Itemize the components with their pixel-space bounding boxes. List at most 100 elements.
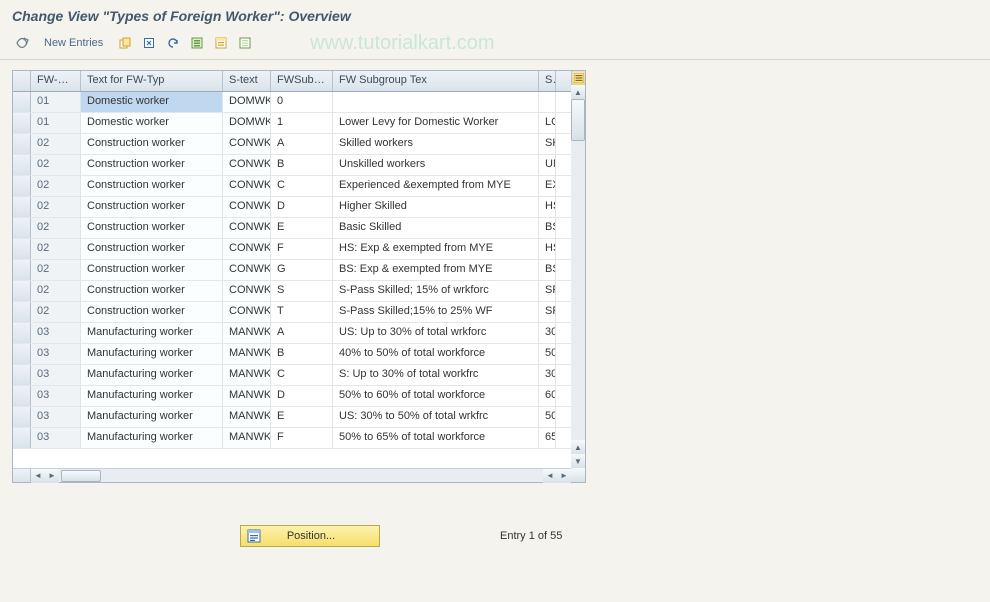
select-block-icon[interactable] bbox=[211, 33, 231, 53]
cell-text-fw-type[interactable]: Construction worker bbox=[81, 260, 223, 280]
cell-s-text[interactable]: MANWK bbox=[223, 323, 271, 343]
cell-s-text[interactable]: CONWK bbox=[223, 197, 271, 217]
row-handle[interactable] bbox=[13, 386, 31, 406]
cell-s-text[interactable]: MANWK bbox=[223, 386, 271, 406]
cell-fw-type[interactable]: 01 bbox=[31, 92, 81, 112]
hscroll-step-right-a[interactable]: ► bbox=[45, 469, 59, 483]
cell-fw-subgroup-text[interactable]: Experienced &exempted from MYE bbox=[333, 176, 539, 196]
cell-fw-type[interactable]: 02 bbox=[31, 134, 81, 154]
undo-change-icon[interactable] bbox=[163, 33, 183, 53]
cell-fw-subgroup-text[interactable]: Skilled workers bbox=[333, 134, 539, 154]
cell-text-fw-type[interactable]: Construction worker bbox=[81, 176, 223, 196]
cell-last[interactable]: HS bbox=[539, 239, 556, 259]
cell-last[interactable]: BS bbox=[539, 260, 556, 280]
cell-fw-type[interactable]: 03 bbox=[31, 365, 81, 385]
row-handle[interactable] bbox=[13, 260, 31, 280]
cell-fw-subgroup[interactable]: E bbox=[271, 218, 333, 238]
cell-fw-subgroup-text[interactable]: BS: Exp & exempted from MYE bbox=[333, 260, 539, 280]
cell-fw-subgroup[interactable]: F bbox=[271, 428, 333, 448]
cell-text-fw-type[interactable]: Manufacturing worker bbox=[81, 365, 223, 385]
cell-text-fw-type[interactable]: Manufacturing worker bbox=[81, 323, 223, 343]
cell-last[interactable]: SP bbox=[539, 302, 556, 322]
cell-fw-subgroup[interactable]: 1 bbox=[271, 113, 333, 133]
cell-text-fw-type[interactable]: Construction worker bbox=[81, 281, 223, 301]
hscroll-last-right[interactable]: ► bbox=[557, 469, 571, 483]
table-row[interactable]: 02Construction workerCONWKEBasic Skilled… bbox=[13, 218, 571, 239]
cell-last[interactable]: 50 bbox=[539, 407, 556, 427]
cell-text-fw-type[interactable]: Domestic worker bbox=[81, 92, 223, 112]
table-row[interactable]: 02Construction workerCONWKTS-Pass Skille… bbox=[13, 302, 571, 323]
cell-s-text[interactable]: CONWK bbox=[223, 155, 271, 175]
row-handle[interactable] bbox=[13, 197, 31, 217]
row-handle[interactable] bbox=[13, 92, 31, 112]
row-handle[interactable] bbox=[13, 176, 31, 196]
cell-last[interactable]: 30 bbox=[539, 323, 556, 343]
cell-fw-type[interactable]: 02 bbox=[31, 218, 81, 238]
table-row[interactable]: 02Construction workerCONWKDHigher Skille… bbox=[13, 197, 571, 218]
cell-fw-subgroup-text[interactable]: 50% to 60% of total workforce bbox=[333, 386, 539, 406]
delete-icon[interactable] bbox=[139, 33, 159, 53]
cell-fw-subgroup[interactable]: E bbox=[271, 407, 333, 427]
cell-last[interactable]: BS bbox=[539, 218, 556, 238]
row-handle[interactable] bbox=[13, 218, 31, 238]
vscroll-near-bottom[interactable]: ▲ bbox=[571, 440, 585, 454]
cell-fw-subgroup-text[interactable]: 50% to 65% of total workforce bbox=[333, 428, 539, 448]
cell-text-fw-type[interactable]: Manufacturing worker bbox=[81, 344, 223, 364]
table-row[interactable]: 01Domestic workerDOMWK1Lower Levy for Do… bbox=[13, 113, 571, 134]
cell-fw-type[interactable]: 03 bbox=[31, 323, 81, 343]
deselect-all-icon[interactable] bbox=[235, 33, 255, 53]
cell-s-text[interactable]: CONWK bbox=[223, 134, 271, 154]
table-row[interactable]: 03Manufacturing workerMANWKD50% to 60% o… bbox=[13, 386, 571, 407]
row-handle[interactable] bbox=[13, 239, 31, 259]
cell-fw-subgroup-text[interactable]: S-Pass Skilled;15% to 25% WF bbox=[333, 302, 539, 322]
cell-text-fw-type[interactable]: Domestic worker bbox=[81, 113, 223, 133]
cell-fw-subgroup[interactable]: D bbox=[271, 386, 333, 406]
cell-fw-subgroup-text[interactable]: US: Up to 30% of total wrkforc bbox=[333, 323, 539, 343]
col-fw-subgroup-text[interactable]: FW Subgroup Tex bbox=[333, 71, 539, 91]
cell-last[interactable]: HS bbox=[539, 197, 556, 217]
cell-fw-type[interactable]: 01 bbox=[31, 113, 81, 133]
cell-fw-subgroup[interactable]: F bbox=[271, 239, 333, 259]
cell-text-fw-type[interactable]: Construction worker bbox=[81, 197, 223, 217]
cell-fw-subgroup-text[interactable]: S: Up to 30% of total workfrc bbox=[333, 365, 539, 385]
new-entries-button[interactable]: New Entries bbox=[36, 34, 111, 52]
row-handle[interactable] bbox=[13, 344, 31, 364]
row-handle[interactable] bbox=[13, 113, 31, 133]
cell-s-text[interactable]: MANWK bbox=[223, 344, 271, 364]
cell-text-fw-type[interactable]: Construction worker bbox=[81, 239, 223, 259]
cell-s-text[interactable]: MANWK bbox=[223, 365, 271, 385]
row-handle[interactable] bbox=[13, 155, 31, 175]
cell-fw-subgroup[interactable]: T bbox=[271, 302, 333, 322]
cell-s-text[interactable]: CONWK bbox=[223, 302, 271, 322]
table-row[interactable]: 02Construction workerCONWKCExperienced &… bbox=[13, 176, 571, 197]
cell-s-text[interactable]: DOMWK bbox=[223, 113, 271, 133]
table-config-icon[interactable] bbox=[571, 71, 585, 85]
cell-s-text[interactable]: CONWK bbox=[223, 176, 271, 196]
cell-text-fw-type[interactable]: Manufacturing worker bbox=[81, 407, 223, 427]
row-handle[interactable] bbox=[13, 323, 31, 343]
cell-fw-subgroup[interactable]: A bbox=[271, 323, 333, 343]
cell-s-text[interactable]: MANWK bbox=[223, 428, 271, 448]
table-row[interactable]: 02Construction workerCONWKFHS: Exp & exe… bbox=[13, 239, 571, 260]
cell-fw-subgroup-text[interactable]: US: 30% to 50% of total wrkfrc bbox=[333, 407, 539, 427]
col-text-fw-type[interactable]: Text for FW-Typ bbox=[81, 71, 223, 91]
cell-fw-subgroup-text[interactable]: Lower Levy for Domestic Worker bbox=[333, 113, 539, 133]
cell-text-fw-type[interactable]: Construction worker bbox=[81, 218, 223, 238]
cell-fw-subgroup-text[interactable]: Basic Skilled bbox=[333, 218, 539, 238]
cell-last[interactable]: 60 bbox=[539, 386, 556, 406]
cell-fw-type[interactable]: 02 bbox=[31, 197, 81, 217]
cell-fw-subgroup-text[interactable]: Unskilled workers bbox=[333, 155, 539, 175]
table-row[interactable]: 03Manufacturing workerMANWKAUS: Up to 30… bbox=[13, 323, 571, 344]
table-row[interactable]: 03Manufacturing workerMANWKCS: Up to 30%… bbox=[13, 365, 571, 386]
toggle-display-icon[interactable] bbox=[12, 33, 32, 53]
cell-s-text[interactable]: CONWK bbox=[223, 239, 271, 259]
cell-fw-subgroup[interactable]: 0 bbox=[271, 92, 333, 112]
hscroll-thumb-left[interactable] bbox=[61, 470, 101, 482]
table-row[interactable]: 01Domestic workerDOMWK0 bbox=[13, 92, 571, 113]
cell-fw-subgroup[interactable]: D bbox=[271, 197, 333, 217]
cell-fw-type[interactable]: 03 bbox=[31, 386, 81, 406]
table-row[interactable]: 03Manufacturing workerMANWKB40% to 50% o… bbox=[13, 344, 571, 365]
cell-s-text[interactable]: CONWK bbox=[223, 281, 271, 301]
vscroll-up[interactable]: ▲ bbox=[571, 85, 585, 99]
cell-s-text[interactable]: CONWK bbox=[223, 260, 271, 280]
